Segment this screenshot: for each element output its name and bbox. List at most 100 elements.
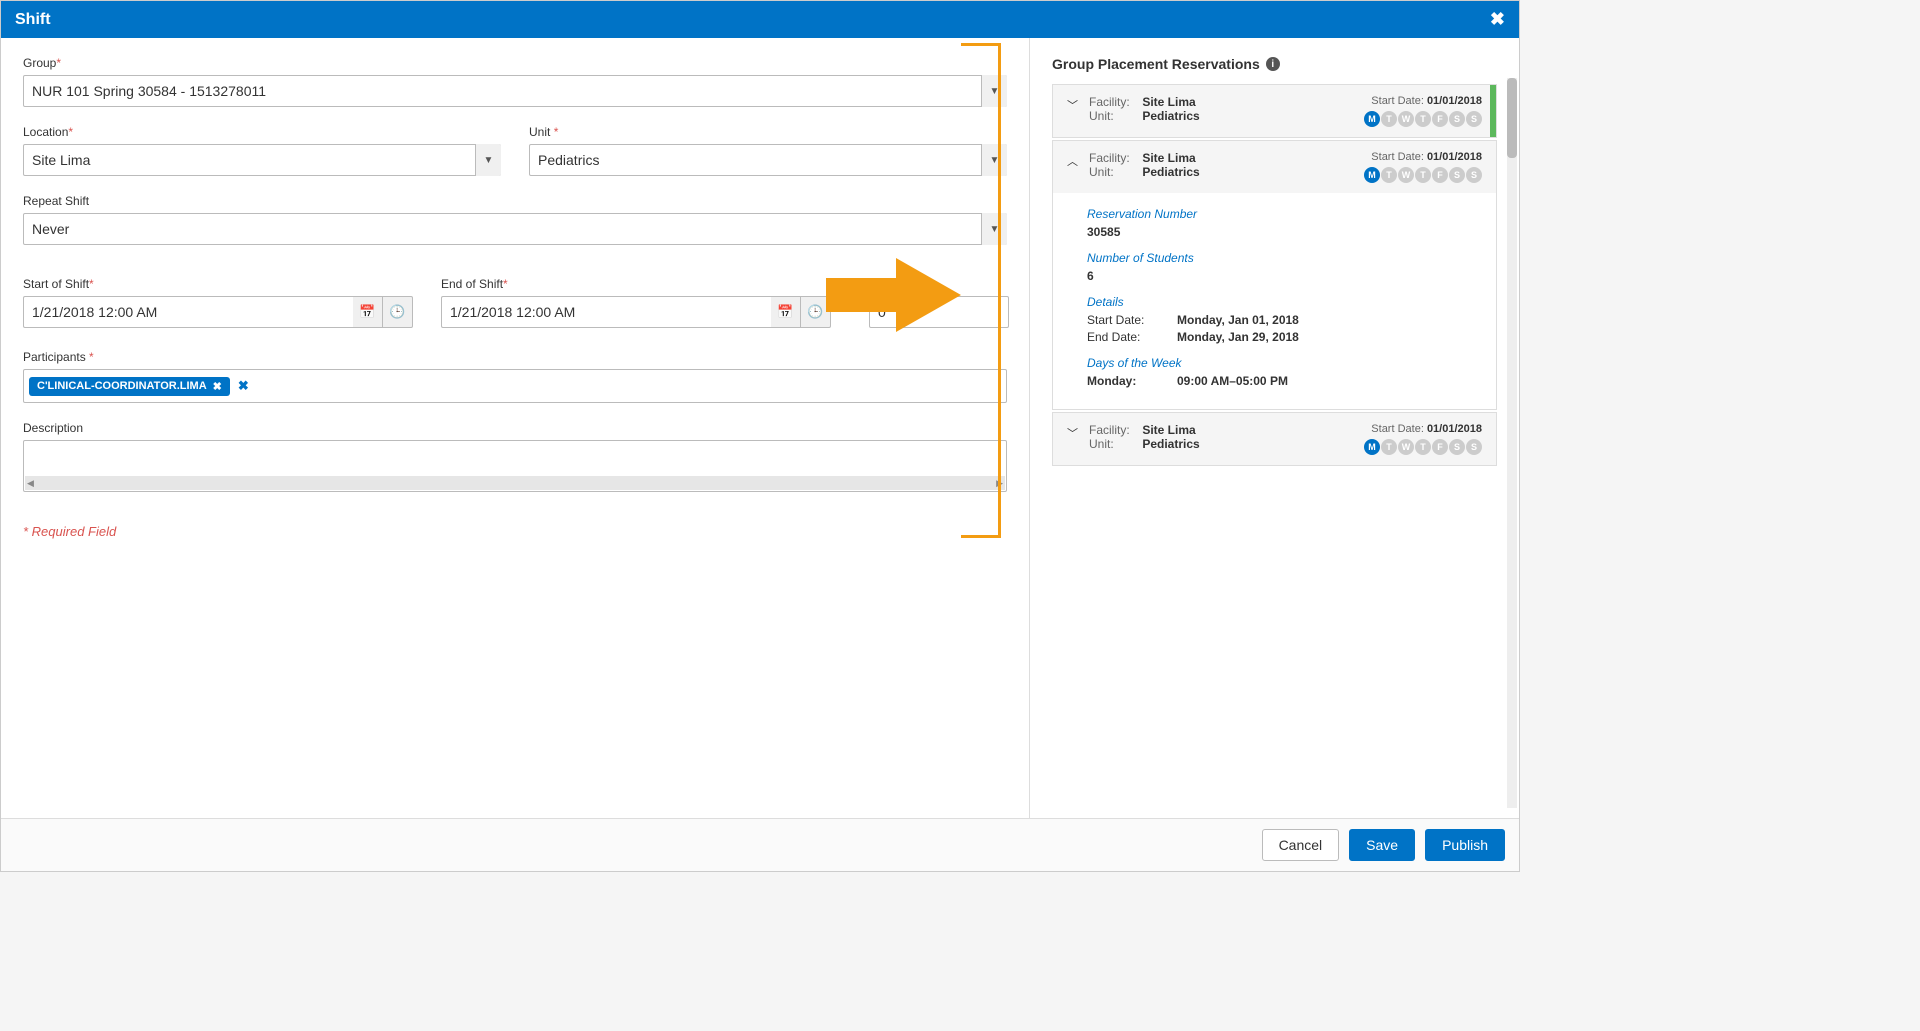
detail-end-date-label: End Date:	[1087, 330, 1177, 344]
start-of-shift-input[interactable]	[23, 296, 353, 328]
detail-start-date-label: Start Date:	[1087, 313, 1177, 327]
unit-label: Unit:	[1089, 109, 1139, 123]
reservation-card: ﹀Facility: Site LimaUnit: PediatricsStar…	[1052, 412, 1497, 466]
reservation-header[interactable]: ﹀Facility: Site LimaUnit: PediatricsStar…	[1053, 413, 1496, 465]
clock-icon[interactable]: 🕒	[801, 296, 831, 328]
location-input[interactable]	[23, 144, 501, 176]
chevron-down-icon[interactable]: ▼	[981, 213, 1007, 245]
day-badge: S	[1449, 439, 1465, 455]
facility-label: Facility:	[1089, 423, 1139, 437]
dialog-title: Shift	[15, 11, 51, 29]
start-of-shift-field[interactable]: 📅 🕒	[23, 296, 413, 328]
dow-label: Days of the Week	[1087, 356, 1478, 370]
chevron-down-icon[interactable]: ▼	[981, 144, 1007, 176]
day-badge: T	[1381, 111, 1397, 127]
start-date-label: Start Date:	[1371, 423, 1427, 435]
unit-label: Unit *	[529, 125, 1007, 139]
reservation-number: 30585	[1087, 225, 1478, 239]
detail-end-date: Monday, Jan 29, 2018	[1177, 330, 1299, 344]
start-date-value: 01/01/2018	[1427, 95, 1482, 107]
clear-participants-icon[interactable]: ✖	[238, 378, 249, 394]
group-label: Group*	[23, 56, 1007, 70]
day-badge: W	[1398, 111, 1414, 127]
form-pane: Group* ▼ Location* ▼ Unit *	[1, 38, 1029, 818]
dow-hours: 09:00 AM–05:00 PM	[1177, 374, 1288, 388]
status-flag	[1490, 85, 1496, 137]
group-input[interactable]	[23, 75, 1007, 107]
day-badge: F	[1432, 167, 1448, 183]
detail-start-date: Monday, Jan 01, 2018	[1177, 313, 1299, 327]
day-badge: S	[1449, 167, 1465, 183]
start-date-label: Start Date:	[1371, 95, 1427, 107]
num-students: 6	[1087, 269, 1478, 283]
dialog-header: Shift ✖	[1, 1, 1519, 38]
calendar-icon[interactable]: 📅	[771, 296, 801, 328]
description-label: Description	[23, 421, 1007, 435]
reservation-header[interactable]: ︿ Facility: Site LimaUnit: Pediatrics Star…	[1053, 141, 1496, 193]
dow-day: Monday:	[1087, 374, 1177, 388]
calendar-icon[interactable]: 📅	[353, 296, 383, 328]
cancel-button[interactable]: Cancel	[1262, 829, 1340, 861]
vertical-scrollbar[interactable]	[1507, 78, 1517, 808]
horizontal-scrollbar[interactable]: ◀▶	[25, 476, 1005, 490]
day-badge: T	[1381, 439, 1397, 455]
publish-button[interactable]: Publish	[1425, 829, 1505, 861]
reservation-body: Reservation Number30585Number of Student…	[1053, 193, 1496, 409]
chevron-icon[interactable]: ︿	[1067, 153, 1079, 169]
group-select[interactable]: ▼	[23, 75, 1007, 107]
remove-tag-icon[interactable]: ✖	[213, 380, 222, 393]
day-badge: F	[1432, 439, 1448, 455]
day-badge: T	[1415, 167, 1431, 183]
duration-input[interactable]	[869, 296, 1009, 328]
chevron-down-icon[interactable]: ▼	[475, 144, 501, 176]
day-badge: S	[1466, 439, 1482, 455]
facility-label: Facility:	[1089, 151, 1139, 165]
day-badge: T	[1415, 439, 1431, 455]
location-select[interactable]: ▼	[23, 144, 501, 176]
repeat-select[interactable]: ▼	[23, 213, 1007, 245]
repeat-label: Repeat Shift	[23, 194, 1007, 208]
reservation-header[interactable]: ﹀Facility: Site LimaUnit: PediatricsStar…	[1053, 85, 1496, 137]
save-button[interactable]: Save	[1349, 829, 1415, 861]
end-of-shift-label: End of Shift*	[441, 277, 831, 291]
end-of-shift-field[interactable]: 📅 🕒	[441, 296, 831, 328]
details-label: Details	[1087, 295, 1478, 309]
unit-select[interactable]: ▼	[529, 144, 1007, 176]
reservations-pane: Group Placement Reservations i ﹀ Facility…	[1029, 38, 1519, 818]
start-date-value: 01/01/2018	[1427, 423, 1482, 435]
clock-icon[interactable]: 🕒	[383, 296, 413, 328]
required-field-note: * Required Field	[23, 524, 1007, 539]
participants-input[interactable]: C'LINICAL-COORDINATOR.LIMA ✖ ✖	[23, 369, 1007, 403]
close-icon[interactable]: ✖	[1490, 9, 1505, 30]
unit-input[interactable]	[529, 144, 1007, 176]
day-badge: T	[1415, 111, 1431, 127]
chevron-icon[interactable]: ﹀	[1067, 97, 1079, 113]
start-date-value: 01/01/2018	[1427, 151, 1482, 163]
facility-value: Site Lima	[1142, 151, 1195, 165]
days-of-week: MTWTFSS	[1364, 439, 1482, 455]
repeat-input[interactable]	[23, 213, 1007, 245]
scrollbar-thumb[interactable]	[1507, 78, 1517, 158]
description-textarea[interactable]: ◀▶	[23, 440, 1007, 492]
unit-value: Pediatrics	[1142, 165, 1199, 179]
num-students-label: Number of Students	[1087, 251, 1478, 265]
unit-label: Unit:	[1089, 437, 1139, 451]
end-of-shift-input[interactable]	[441, 296, 771, 328]
day-badge: M	[1364, 439, 1380, 455]
shift-dialog: Shift ✖ Group* ▼ Location* ▼	[0, 0, 1520, 872]
reservations-title: Group Placement Reservations i	[1052, 56, 1497, 72]
participant-tag[interactable]: C'LINICAL-COORDINATOR.LIMA ✖	[29, 377, 230, 396]
facility-value: Site Lima	[1142, 423, 1195, 437]
info-icon[interactable]: i	[1266, 57, 1280, 71]
day-badge: W	[1398, 167, 1414, 183]
day-badge: S	[1449, 111, 1465, 127]
start-date-label: Start Date:	[1371, 151, 1427, 163]
chevron-icon[interactable]: ﹀	[1067, 425, 1079, 441]
day-badge: S	[1466, 167, 1482, 183]
day-badge: W	[1398, 439, 1414, 455]
day-badge: T	[1381, 167, 1397, 183]
day-badge: F	[1432, 111, 1448, 127]
unit-label: Unit:	[1089, 165, 1139, 179]
location-label: Location*	[23, 125, 501, 139]
chevron-down-icon[interactable]: ▼	[981, 75, 1007, 107]
